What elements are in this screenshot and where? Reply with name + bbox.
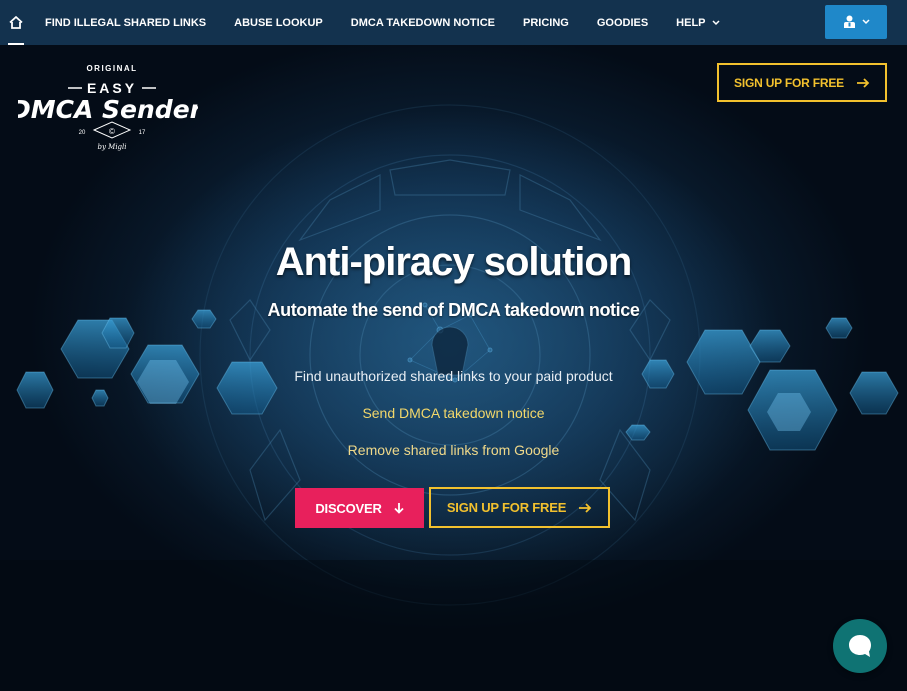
logo-year-left: 20 [79,130,86,136]
nav-help-dropdown[interactable]: HELP [662,0,733,45]
nav-goodies[interactable]: GOODIES [583,0,662,45]
logo-line2: DMCA Sender [18,95,198,124]
hero-signup-button[interactable]: SIGN UP FOR FREE [429,487,610,528]
nav-label: PRICING [522,16,569,29]
discover-button[interactable]: DISCOVER [295,488,424,528]
signup-label: SIGN UP FOR FREE [734,75,844,90]
feature-item: Send DMCA takedown notice [362,405,545,421]
nav-abuse-lookup[interactable]: ABUSE LOOKUP [220,0,337,45]
nav-pricing[interactable]: PRICING [509,0,583,45]
logo-byline: by Migli [97,143,126,151]
nav-label: FIND ILLEGAL SHARED LINKS [45,16,207,29]
logo-year-right: 17 [139,130,146,136]
nav-find-illegal-shared-links[interactable]: FIND ILLEGAL SHARED LINKS [31,0,220,45]
user-icon [843,15,855,28]
header-signup-button[interactable]: SIGN UP FOR FREE [717,63,887,102]
chevron-down-icon [861,19,870,25]
chevron-down-icon [711,19,720,25]
hero-title: Anti-piracy solution [275,240,633,284]
nav-label: HELP [676,16,706,29]
chat-widget-button[interactable] [833,619,887,673]
active-nav-underline [8,43,24,45]
discover-label: DISCOVER [315,500,382,516]
signup-label: SIGN UP FOR FREE [446,500,567,515]
user-menu-button[interactable] [825,5,887,39]
logo-line1: EASY [87,80,137,96]
nav-label: GOODIES [596,16,649,29]
arrow-right-icon [579,502,592,513]
logo-top-text: ORIGINAL [86,64,137,73]
nav-label: ABUSE LOOKUP [234,16,323,29]
arrow-down-icon [394,503,404,514]
arrow-right-icon [856,77,870,88]
logo-symbol: © [109,127,115,136]
top-navigation-bar: FIND ILLEGAL SHARED LINKS ABUSE LOOKUP D… [0,0,907,45]
home-icon [8,16,23,29]
feature-item: Find unauthorized shared links to your p… [294,368,613,384]
chat-bubble-icon [849,635,871,657]
hero-subtitle: Automate the send of DMCA takedown notic… [267,300,640,320]
home-link[interactable] [0,0,31,45]
hero-section: FIND ILLEGAL SHARED LINKS ABUSE LOOKUP D… [0,0,907,691]
nav-dmca-takedown-notice[interactable]: DMCA TAKEDOWN NOTICE [337,0,509,45]
nav-label: DMCA TAKEDOWN NOTICE [350,16,495,29]
easy-dmca-sender-logo: ORIGINAL EASY DMCA Sender © 20 17 by Mig… [10,64,204,151]
feature-item: Remove shared links from Google [347,442,560,458]
site-logo[interactable]: ORIGINAL EASY DMCA Sender © 20 17 by Mig… [10,60,204,155]
